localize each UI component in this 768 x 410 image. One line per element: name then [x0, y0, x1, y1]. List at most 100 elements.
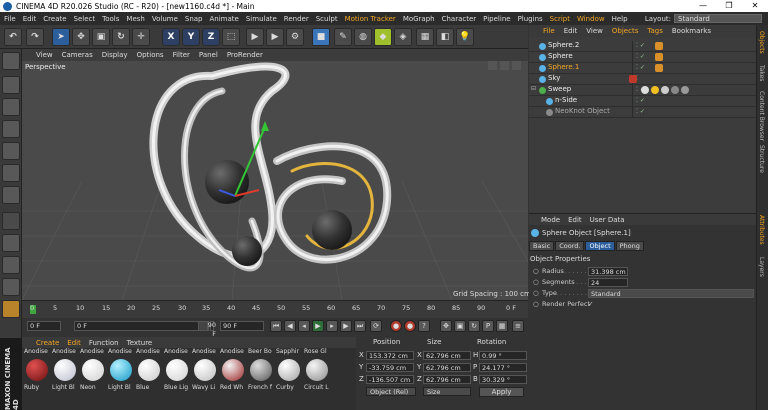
size-x-field[interactable]: 62.796 cm — [423, 351, 471, 360]
om-menu-tags[interactable]: Tags — [647, 27, 663, 35]
viewport-nav-icons[interactable] — [488, 61, 521, 70]
menu-pipeline[interactable]: Pipeline — [483, 15, 510, 23]
compositing-tag-icon[interactable] — [629, 75, 637, 83]
om-menu-bookmarks[interactable]: Bookmarks — [672, 27, 711, 35]
x-axis-lock-button[interactable]: X — [162, 28, 180, 46]
material-swatch[interactable]: Beer Bo French f — [248, 348, 275, 394]
side-tab-attributes[interactable]: Attributes — [758, 215, 765, 245]
cube-primitive-icon[interactable]: ■ — [312, 28, 330, 46]
menu-sculpt[interactable]: Sculpt — [316, 15, 338, 23]
menu-mesh[interactable]: Mesh — [126, 15, 144, 23]
play-icon[interactable]: ▶ — [312, 320, 324, 332]
apply-button[interactable]: Apply — [479, 387, 524, 397]
menu-help[interactable]: Help — [612, 15, 628, 23]
menu-mograph[interactable]: MoGraph — [403, 15, 435, 23]
tweak-mode-icon[interactable] — [2, 234, 20, 252]
menu-render[interactable]: Render — [284, 15, 309, 23]
y-axis-lock-button[interactable]: Y — [182, 28, 200, 46]
side-tab-takes[interactable]: Takes — [758, 65, 765, 81]
coordinate-system-icon[interactable]: ⬚ — [222, 28, 240, 46]
menu-tools[interactable]: Tools — [102, 15, 119, 23]
go-to-start-icon[interactable]: ⏮ — [270, 320, 282, 332]
am-menu-user-data[interactable]: User Data — [590, 216, 625, 224]
object-row-sphere-2[interactable]: Sphere.2 ⁚ ✓ — [529, 41, 756, 52]
next-frame-icon[interactable]: ▸ — [326, 320, 338, 332]
pen-spline-icon[interactable]: ✎ — [334, 28, 352, 46]
magnet-icon[interactable] — [2, 300, 20, 318]
material-swatch[interactable]: Sapphir Curby — [276, 348, 303, 394]
radius-field[interactable]: 31.398 cm — [588, 267, 628, 276]
am-menu-mode[interactable]: Mode — [541, 216, 560, 224]
material-tag-icon[interactable] — [655, 42, 663, 50]
undo-icon[interactable]: ↶ — [4, 28, 22, 46]
object-row-sphere-1[interactable]: Sphere.1 ⁚ ✓ — [529, 63, 756, 74]
menu-snap[interactable]: Snap — [185, 15, 203, 23]
redo-icon[interactable]: ↷ — [26, 28, 44, 46]
sphere-1-object[interactable] — [312, 210, 352, 250]
object-row-n-side[interactable]: n-Side ⁚ ✓ — [529, 96, 756, 107]
side-tab-structure[interactable]: Structure — [758, 145, 765, 173]
tab-phong[interactable]: Phong — [615, 241, 644, 251]
model-mode-icon[interactable] — [2, 76, 20, 94]
previous-key-icon[interactable]: ◀ — [284, 320, 296, 332]
coordinate-mode-dropdown[interactable]: Object (Rel) — [366, 387, 416, 396]
visibility-dots[interactable]: ⁚ ✓ — [636, 108, 645, 115]
om-menu-objects[interactable]: Objects — [612, 27, 638, 35]
visibility-dots[interactable]: ⁚ ✓ — [636, 97, 645, 104]
loop-icon[interactable]: ⟳ — [370, 320, 382, 332]
menu-animate[interactable]: Animate — [210, 15, 239, 23]
rotation-b-field[interactable]: 30.329 ° — [479, 375, 527, 384]
render-picture-viewer-icon[interactable]: ▶ — [266, 28, 284, 46]
size-z-field[interactable]: 62.796 cm — [423, 375, 471, 384]
material-tag-icon[interactable] — [655, 53, 663, 61]
material-menu-create[interactable]: Create — [36, 339, 59, 347]
material-swatch[interactable]: Anodise Red Wh — [220, 348, 247, 394]
menu-motion-tracker[interactable]: Motion Tracker — [345, 15, 396, 23]
polygons-mode-icon[interactable] — [2, 186, 20, 204]
record-key-icon[interactable]: ● — [390, 320, 402, 332]
material-tag-icon[interactable] — [651, 86, 659, 94]
material-swatch[interactable]: Anodise Blue — [136, 348, 163, 394]
sweep-knot-object[interactable] — [149, 62, 392, 272]
timeline-menu-icon[interactable]: ≡ — [512, 320, 524, 332]
last-tool-icon[interactable]: ✛ — [132, 28, 150, 46]
menu-plugins[interactable]: Plugins — [518, 15, 543, 23]
max-frame-field[interactable]: 90 F — [220, 321, 264, 331]
floor-icon[interactable]: ▦ — [416, 28, 434, 46]
keyframe-selection-icon[interactable]: ? — [418, 320, 430, 332]
preview-range-start-field[interactable]: 0 F — [74, 321, 209, 331]
rotation-key-icon[interactable]: ↻ — [468, 320, 480, 332]
points-mode-icon[interactable] — [2, 142, 20, 160]
visibility-dots[interactable]: ⁚ ✓ — [636, 42, 645, 49]
om-menu-edit[interactable]: Edit — [564, 27, 578, 35]
size-y-field[interactable]: 62.796 cm — [423, 363, 471, 372]
texture-mode-icon[interactable] — [2, 98, 20, 116]
pla-key-icon[interactable]: ▦ — [496, 320, 508, 332]
axis-mode-icon[interactable] — [2, 212, 20, 230]
menu-volume[interactable]: Volume — [152, 15, 178, 23]
scale-key-icon[interactable]: ▣ — [454, 320, 466, 332]
light-icon[interactable]: 💡 — [456, 28, 474, 46]
menu-file[interactable]: File — [4, 15, 16, 23]
material-swatch[interactable]: Anodise Wavy Li — [192, 348, 219, 394]
material-swatch[interactable]: Anodise Light Bl — [108, 348, 135, 394]
sphere-2-object[interactable] — [232, 236, 262, 266]
timeline-ruler[interactable]: 0 5 10 15 20 25 30 35 40 45 50 55 60 65 … — [22, 300, 528, 318]
viewport-menu-cameras[interactable]: Cameras — [62, 51, 93, 59]
workplane-mode-icon[interactable] — [2, 120, 20, 138]
material-swatch[interactable]: Rose Gl Circuit L — [304, 348, 331, 394]
material-tag-icon[interactable] — [681, 86, 689, 94]
expand-toggle-icon[interactable]: ⊟ — [531, 85, 536, 92]
menu-script[interactable]: Script — [550, 15, 570, 23]
select-tool-icon[interactable]: ➤ — [52, 28, 70, 46]
material-menu-texture[interactable]: Texture — [127, 339, 153, 347]
sphere-object[interactable] — [205, 160, 249, 204]
camera-icon[interactable]: ◧ — [436, 28, 454, 46]
material-tag-icon[interactable] — [655, 64, 663, 72]
locked-workplane-icon[interactable] — [2, 278, 20, 296]
side-tab-layers[interactable]: Layers — [758, 257, 765, 277]
menu-window[interactable]: Window — [577, 15, 605, 23]
material-menu-function[interactable]: Function — [89, 339, 119, 347]
object-row-neoknot[interactable]: NeoKnot Object ⁚ ✓ — [529, 107, 756, 118]
previous-frame-icon[interactable]: ◂ — [298, 320, 310, 332]
